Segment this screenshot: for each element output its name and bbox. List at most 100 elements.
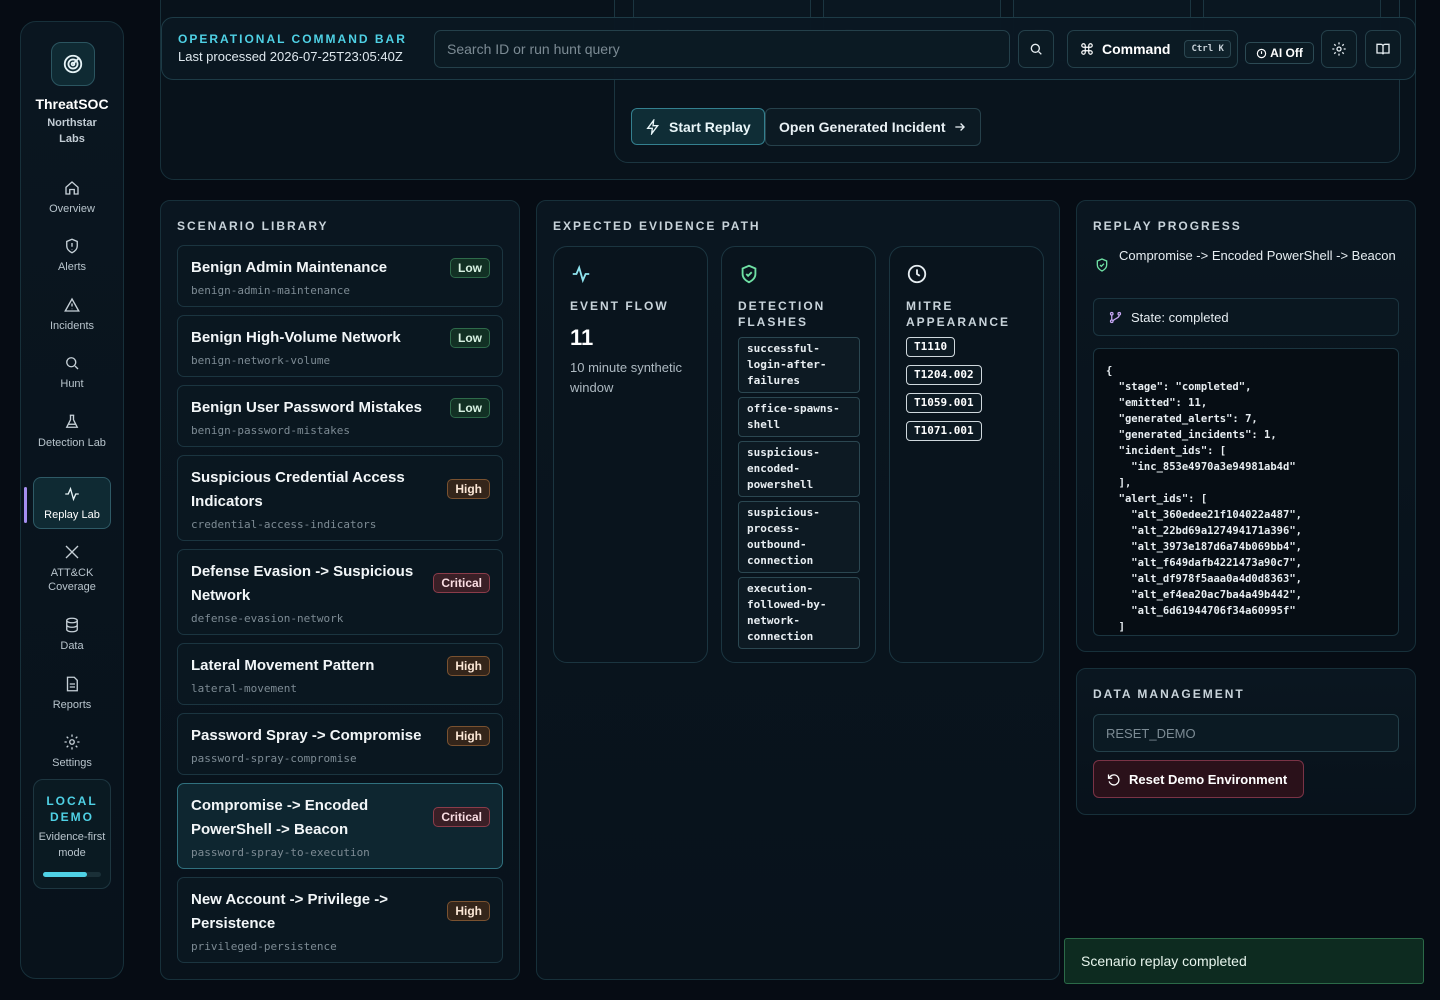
docs-button[interactable]: [1365, 30, 1401, 68]
scenario-name: Benign High-Volume Network: [191, 329, 401, 346]
severity-badge: Low: [450, 258, 490, 278]
nav-label: Replay Lab: [44, 509, 100, 521]
nav-data[interactable]: Data: [33, 609, 111, 661]
scenario-slug: benign-admin-maintenance: [191, 284, 350, 297]
detection-flashes-heading: DETECTION FLASHES: [738, 299, 826, 329]
scenario-item[interactable]: Benign User Password Mistakes Low benign…: [177, 385, 503, 447]
rotate-ccw-icon: [1107, 773, 1120, 785]
nav-attack-coverage[interactable]: ATT&CK Coverage: [33, 536, 111, 598]
event-flow-heading: EVENT FLOW: [570, 299, 669, 313]
severity-badge: High: [447, 726, 490, 746]
power-icon: [1256, 48, 1267, 58]
scenario-item[interactable]: Password Spray -> Compromise High passwo…: [177, 713, 503, 775]
severity-badge: Critical: [433, 573, 490, 593]
flask-icon: [65, 414, 79, 428]
panel-title: DATA MANAGEMENT: [1093, 687, 1245, 701]
scenario-name: New Account -> Privilege -> Persistence: [191, 891, 388, 932]
nav-overview[interactable]: Overview: [33, 172, 111, 224]
scenario-name: Benign User Password Mistakes: [191, 399, 422, 416]
activity-icon: [65, 486, 79, 502]
detection-chip: suspicious-process-outbound-connection: [738, 501, 860, 573]
scenario-item[interactable]: Defense Evasion -> Suspicious Network Cr…: [177, 549, 503, 635]
mitre-technique-tag: T1110: [906, 337, 956, 357]
scenario-item[interactable]: New Account -> Privilege -> Persistence …: [177, 877, 503, 963]
nav-alerts[interactable]: Alerts: [33, 230, 111, 282]
nav-reports[interactable]: Reports: [33, 668, 111, 720]
brand-logo[interactable]: [51, 42, 95, 86]
mitre-technique-tag: T1059.001: [906, 393, 982, 413]
command-bar: OPERATIONAL COMMAND BAR Last processed 2…: [161, 17, 1416, 80]
detection-chip: successful-login-after-failures: [738, 337, 860, 393]
brand-org: Northstar Labs: [47, 117, 97, 145]
toast-notification[interactable]: Scenario replay completed: [1064, 938, 1424, 984]
open-incident-button[interactable]: Open Generated Incident: [765, 108, 982, 146]
scenario-name: Suspicious Credential Access Indicators: [191, 469, 405, 510]
scenario-slug: credential-access-indicators: [191, 518, 377, 531]
nav-settings[interactable]: Settings: [33, 726, 111, 778]
panel-title: REPLAY PROGRESS: [1093, 219, 1242, 233]
panel-title: EXPECTED EVIDENCE PATH: [553, 219, 761, 233]
ai-toggle-button[interactable]: AI Off: [1245, 42, 1314, 64]
severity-badge: Critical: [433, 807, 490, 827]
scenario-name: Defense Evasion -> Suspicious Network: [191, 563, 414, 604]
event-flow-card: EVENT FLOW 11 10 minute synthetic window: [553, 246, 708, 663]
database-icon: [66, 617, 78, 633]
severity-badge: High: [447, 901, 490, 921]
nav-label: Alerts: [57, 261, 87, 273]
toast-message: Scenario replay completed: [1081, 953, 1247, 969]
replay-state: State: completed: [1093, 298, 1399, 336]
local-demo-progress-fill: [43, 872, 87, 877]
nav-label: Incidents: [49, 320, 95, 332]
git-branch-icon: [1109, 311, 1122, 323]
panel-title: SCENARIO LIBRARY: [177, 219, 329, 233]
evidence-path-panel: EXPECTED EVIDENCE PATH EVENT FLOW 11 10 …: [536, 200, 1060, 980]
scenario-slug: benign-password-mistakes: [191, 424, 350, 437]
shield-alert-icon: [66, 238, 78, 254]
reset-confirm-input[interactable]: [1093, 714, 1399, 752]
scenario-item[interactable]: Suspicious Credential Access Indicators …: [177, 455, 503, 541]
local-demo-subtitle: Evidence-first mode: [38, 831, 106, 859]
scenario-item[interactable]: Lateral Movement Pattern High lateral-mo…: [177, 643, 503, 705]
warning-triangle-icon: [64, 297, 80, 312]
severity-badge: High: [447, 479, 490, 499]
scenario-library-panel: SCENARIO LIBRARY Benign Admin Maintenanc…: [160, 200, 520, 980]
severity-badge: Low: [450, 328, 490, 348]
replay-scenario-path: Compromise -> Encoded PowerShell -> Beac…: [1119, 248, 1396, 263]
search-input[interactable]: [434, 30, 1010, 68]
scenario-item[interactable]: Benign Admin Maintenance Low benign-admi…: [177, 245, 503, 307]
nav-label: Settings: [52, 757, 92, 769]
detection-flashes-card: DETECTION FLASHES successful-login-after…: [721, 246, 876, 663]
search-button[interactable]: [1018, 30, 1054, 68]
command-palette-button[interactable]: Command Ctrl K: [1067, 30, 1238, 68]
scenario-name: Password Spray -> Compromise: [191, 727, 422, 744]
gear-icon: [64, 734, 80, 750]
severity-badge: High: [447, 656, 490, 676]
command-key-icon: [1081, 43, 1093, 55]
clock-icon: [907, 264, 927, 284]
scenario-item[interactable]: Benign High-Volume Network Low benign-ne…: [177, 315, 503, 377]
local-demo-title: LOCAL DEMO: [46, 794, 98, 824]
reset-demo-label: Reset Demo Environment: [1129, 771, 1288, 787]
gear-icon: [1332, 42, 1346, 56]
nav-label: Reports: [52, 699, 92, 711]
reset-demo-button[interactable]: Reset Demo Environment: [1093, 760, 1304, 798]
command-bar-title: OPERATIONAL COMMAND BAR: [178, 32, 407, 46]
shield-check-icon: [741, 264, 757, 284]
local-demo-progress: [43, 872, 101, 877]
lightning-icon: [646, 118, 659, 135]
start-replay-button[interactable]: Start Replay: [631, 108, 765, 145]
nav-replay-lab[interactable]: Replay Lab: [33, 477, 111, 529]
severity-badge: Low: [450, 398, 490, 418]
scenario-name: Benign Admin Maintenance: [191, 259, 388, 276]
replay-state-label: State: completed: [1131, 309, 1229, 325]
nav-hunt[interactable]: Hunt: [33, 347, 111, 399]
nav-detection-lab[interactable]: Detection Lab: [33, 406, 111, 466]
settings-button[interactable]: [1321, 30, 1357, 68]
target-icon: [63, 54, 83, 74]
scenario-item-selected[interactable]: Compromise -> Encoded PowerShell -> Beac…: [177, 783, 503, 869]
home-icon: [65, 181, 79, 195]
nav-label: Overview: [49, 203, 95, 215]
nav-incidents[interactable]: Incidents: [33, 289, 111, 341]
last-processed-text: Last processed 2026-07-25T23:05:40Z: [178, 49, 403, 64]
replay-json-output[interactable]: { "stage": "completed", "emitted": 11, "…: [1093, 348, 1399, 636]
